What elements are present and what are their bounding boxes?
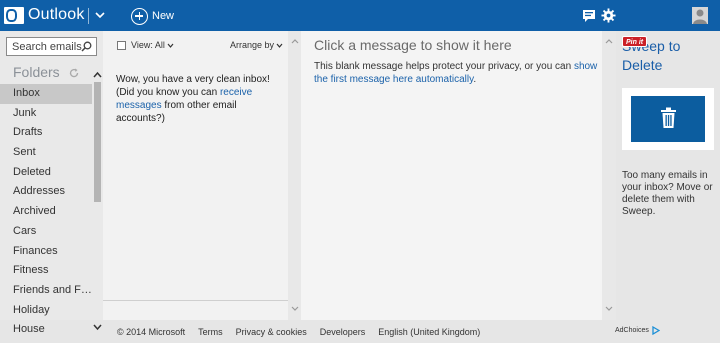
privacy-text-end: . [473, 74, 477, 85]
folder-pane: Search emails Folders Inbox Junk Drafts … [0, 31, 103, 335]
adchoices-label: AdChoices [615, 327, 649, 334]
reading-pane: Click a message to show it here This bla… [301, 31, 602, 320]
ad-image[interactable] [622, 88, 714, 150]
search-icon[interactable] [81, 41, 92, 52]
scroll-up-icon[interactable] [605, 39, 613, 44]
sidebar-item-fitness[interactable]: Fitness [0, 261, 92, 281]
empty-inbox-hint: (Did you know you can [116, 87, 220, 98]
scroll-up-icon[interactable] [291, 39, 299, 44]
arrange-by-dropdown[interactable]: Arrange by [230, 40, 283, 50]
scroll-down-icon[interactable] [605, 306, 613, 311]
outlook-logo-icon[interactable] [4, 7, 24, 24]
sidebar-item-drafts[interactable]: Drafts [0, 123, 92, 143]
chevron-down-icon [276, 43, 283, 48]
gear-icon[interactable] [601, 8, 616, 23]
new-button[interactable]: New [131, 6, 174, 26]
sidebar-item-deleted[interactable]: Deleted [0, 163, 92, 183]
scroll-down-icon[interactable] [93, 323, 102, 331]
view-filter-label: View: All [131, 40, 165, 50]
select-all-checkbox[interactable] [117, 41, 126, 50]
terms-link[interactable]: Terms [198, 327, 223, 337]
sidebar-item-friends-and-family[interactable]: Friends and Fa... [0, 281, 92, 301]
sidebar-item-junk[interactable]: Junk [0, 104, 92, 124]
scroll-down-icon[interactable] [291, 306, 299, 311]
footer: © 2014 Microsoft Terms Privacy & cookies… [103, 320, 720, 343]
adchoices-link[interactable]: AdChoices [615, 326, 660, 335]
adchoices-icon [652, 326, 660, 335]
new-button-label: New [152, 10, 175, 22]
privacy-link[interactable]: Privacy & cookies [236, 327, 307, 337]
chat-icon[interactable] [582, 9, 596, 23]
search-placeholder: Search emails [12, 41, 82, 53]
sidebar-item-finances[interactable]: Finances [0, 242, 92, 262]
sidebar-item-archived[interactable]: Archived [0, 202, 92, 222]
sidebar-item-sent[interactable]: Sent [0, 143, 92, 163]
user-icon [693, 9, 707, 24]
sidebar-item-holiday[interactable]: Holiday [0, 301, 92, 321]
ad-image-tile [631, 96, 705, 142]
divider [103, 300, 288, 301]
avatar[interactable] [692, 7, 708, 24]
search-input[interactable]: Search emails [6, 37, 97, 56]
sidebar-item-cars[interactable]: Cars [0, 222, 92, 242]
app-name[interactable]: Outlook [28, 6, 85, 24]
ad-text: Too many emails in your inbox? Move or d… [622, 170, 713, 217]
scroll-up-icon[interactable] [93, 71, 102, 79]
empty-inbox-text: Wow, you have a very clean inbox! [116, 74, 270, 85]
folder-list: Inbox Junk Drafts Sent Deleted Addresses… [0, 84, 92, 340]
privacy-text: This blank message helps protect your pr… [314, 61, 574, 72]
ad-pane: Sweep to Delete Pin it Too many emails i… [616, 31, 720, 320]
plus-circle-icon [131, 7, 148, 25]
reading-pane-body: This blank message helps protect your pr… [314, 60, 600, 86]
empty-inbox-message: Wow, you have a very clean inbox! (Did y… [116, 73, 286, 125]
folders-heading: Folders [13, 64, 60, 80]
scrollbar-thumb[interactable] [94, 82, 101, 202]
top-bar: Outlook New [0, 0, 720, 31]
copyright-text: © 2014 Microsoft [117, 326, 186, 337]
divider [88, 8, 89, 24]
trash-icon [661, 107, 676, 128]
view-filter-dropdown[interactable]: View: All [131, 40, 174, 50]
arrange-by-label: Arrange by [230, 40, 275, 50]
sidebar-item-addresses[interactable]: Addresses [0, 182, 92, 202]
language-link[interactable]: English (United Kingdom) [378, 327, 480, 337]
message-list-pane: View: All Arrange by Wow, you have a ver… [103, 31, 288, 320]
refresh-icon[interactable] [69, 68, 79, 78]
sidebar-item-house[interactable]: House [0, 320, 92, 340]
chevron-down-icon [167, 43, 174, 48]
pin-it-button[interactable]: Pin it [622, 36, 648, 47]
sidebar-item-inbox[interactable]: Inbox [0, 84, 92, 104]
splitter[interactable] [602, 31, 616, 320]
chevron-down-icon[interactable] [93, 7, 107, 23]
reading-pane-title: Click a message to show it here [314, 37, 512, 53]
splitter[interactable] [288, 31, 301, 320]
developers-link[interactable]: Developers [320, 327, 366, 337]
